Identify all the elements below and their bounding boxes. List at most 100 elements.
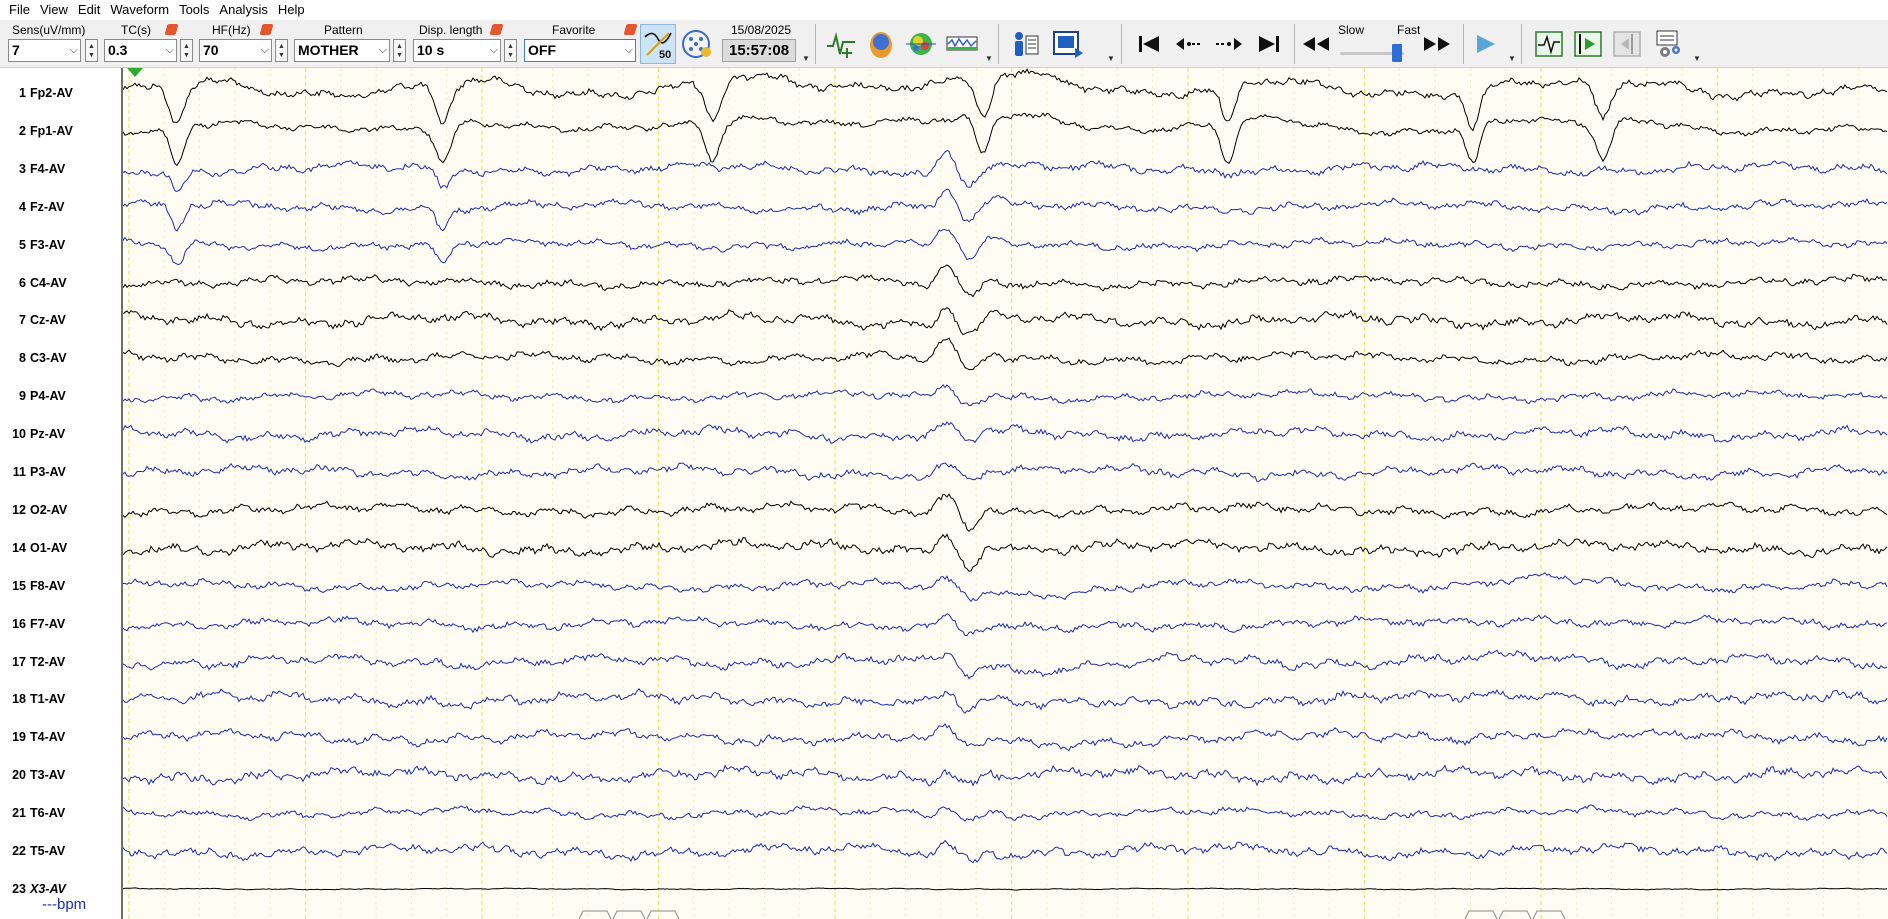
disp-length-spinner[interactable]: ▲ ▼ [504,39,517,62]
electrode-map-button[interactable] [678,24,714,64]
time-grid [128,68,1860,919]
favorite-select[interactable]: OFF ⌵ [524,39,636,62]
pattern-label: Pattern [324,23,363,37]
channel-label-row[interactable]: 10 Pz-AV [0,424,122,444]
channel-label-row[interactable]: 12 O2-AV [0,500,122,520]
rewind-button[interactable] [1298,24,1334,64]
tc-edit-icon[interactable] [164,24,179,35]
sens-select[interactable]: 7 ⌵ [8,39,81,62]
spectrum-button[interactable] [944,24,980,64]
recording-time: 15:57:08 [722,39,797,62]
hf-edit-icon[interactable] [259,24,274,35]
go-to-start-button[interactable] [1131,24,1167,64]
spin-up-icon: ▲ [183,43,190,50]
channel-label-row[interactable]: 9 P4-AV [0,386,122,406]
marker-play-button[interactable] [1570,24,1606,64]
channel-label-row[interactable]: 1 Fp2-AV [0,83,122,103]
marker-play-icon [1574,31,1602,57]
menu-file[interactable]: File [4,0,35,20]
pattern-spinner[interactable]: ▲ ▼ [393,39,406,62]
page-forward-button[interactable] [1211,24,1247,64]
toolbar-separator [1294,24,1295,64]
brain-map-icon [906,33,936,55]
monitor-waveform-button[interactable] [1531,24,1567,64]
channel-label-row[interactable]: 21 T6-AV [0,803,122,823]
chevron-down-icon[interactable]: ▼ [802,54,810,63]
tc-select[interactable]: 0.3 ⌵ [104,39,177,62]
menu-tools[interactable]: Tools [174,0,214,20]
spectrum-icon [946,36,978,51]
sens-value: 7 [12,42,20,58]
channel-label-row[interactable]: 22 T5-AV [0,841,122,861]
channel-label-row[interactable]: 20 T3-AV [0,765,122,785]
menu-analysis[interactable]: Analysis [214,0,272,20]
favorite-edit-icon[interactable] [623,24,638,35]
waveform-analysis-button[interactable] [823,24,859,64]
waveform-canvas[interactable] [123,68,1888,919]
channel-label-row[interactable]: 2 Fp1-AV [0,121,122,141]
eeg-trace [123,337,1888,370]
speed-slider-thumb[interactable] [1392,44,1402,62]
favorite-label: Favorite [552,23,596,37]
menu-waveform[interactable]: Waveform [105,0,174,20]
video-button[interactable] [1050,24,1086,64]
channel-label-row[interactable]: 5 F3-AV [0,235,122,255]
speed-slider[interactable] [1340,42,1404,64]
hf-select[interactable]: 70 ⌵ [199,39,272,62]
chevron-down-icon[interactable]: ▼ [1107,54,1115,63]
menu-view[interactable]: View [35,0,73,20]
channel-label-row[interactable]: 7 Cz-AV [0,310,122,330]
channel-label-row[interactable]: 16 F7-AV [0,614,122,634]
page-back-button[interactable] [1171,24,1207,64]
eeg-waveform-display[interactable] [123,68,1888,919]
channel-label-row[interactable]: 3 F4-AV [0,159,122,179]
channel-label-row[interactable]: 17 T2-AV [0,652,122,672]
brain-map-button[interactable] [903,24,939,64]
toolbar-separator [1463,24,1464,64]
hf-spinner[interactable]: ▲ ▼ [275,39,288,62]
eeg-trace [123,688,1888,715]
head-topography-button[interactable] [863,24,899,64]
stimulus-mark [612,910,646,919]
channel-label-row[interactable]: 15 F8-AV [0,576,122,596]
marker-back-icon [1613,31,1641,57]
chevron-down-icon[interactable]: ▼ [985,54,993,63]
channel-label-row[interactable]: 4 Fz-AV [0,197,122,217]
spin-up-icon: ▲ [507,43,514,50]
channel-label-row[interactable]: 11 P3-AV [0,462,122,482]
eeg-trace [123,421,1888,444]
channel-name: P4-AV [30,389,66,404]
channel-label-row[interactable]: 8 C3-AV [0,348,122,368]
play-button[interactable] [1467,24,1503,64]
channel-label-row[interactable]: 18 T1-AV [0,689,122,709]
channel-label-row[interactable]: 6 C4-AV [0,273,122,293]
chevron-down-icon[interactable]: ▼ [1508,54,1516,63]
rewind-icon [1303,37,1329,51]
settings-icon [1656,30,1680,57]
chevron-down-icon[interactable]: ▼ [1693,54,1701,63]
channel-name: C4-AV [30,275,67,290]
channel-name: F8-AV [30,578,66,593]
menu-edit[interactable]: Edit [73,0,105,20]
settings-button[interactable] [1650,24,1686,64]
channel-number: 8 [19,351,26,366]
channel-name: Fp1-AV [30,123,73,138]
patient-info-button[interactable] [1007,24,1043,64]
channel-label-row[interactable]: 19 T4-AV [0,727,122,747]
channel-number: 15 [12,578,26,593]
disp-length-edit-icon[interactable] [489,24,504,35]
channel-label-row[interactable]: 14 O1-AV [0,538,122,558]
eeg-trace [123,150,1888,192]
tc-spinner[interactable]: ▲ ▼ [180,39,193,62]
sens-spinner[interactable]: ▲ ▼ [85,39,98,62]
go-to-end-button[interactable] [1251,24,1287,64]
menu-help[interactable]: Help [273,0,310,20]
notch-filter-button[interactable]: 50 [640,24,676,64]
marker-back-button[interactable] [1609,24,1645,64]
fast-forward-button[interactable] [1419,24,1455,64]
disp-length-select[interactable]: 10 s ⌵ [413,39,501,62]
eeg-trace [123,533,1888,572]
chevron-down-icon: ⌵ [624,44,633,56]
pattern-select[interactable]: MOTHER ⌵ [294,39,390,62]
eeg-trace [123,112,1888,167]
